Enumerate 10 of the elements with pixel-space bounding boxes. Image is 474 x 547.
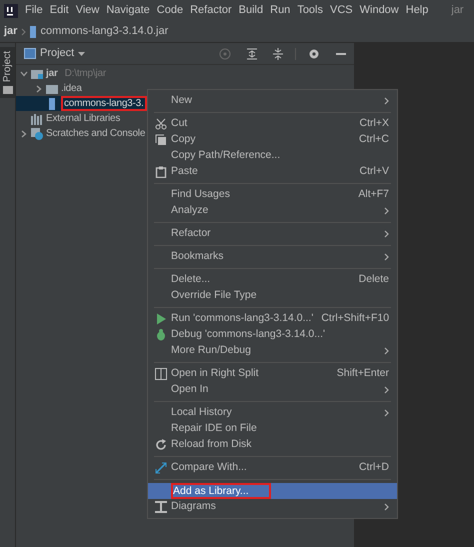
shortcut-label: Ctrl+C (358, 132, 389, 148)
shortcut-label: Shift+Enter (336, 366, 389, 382)
project-title: jar (451, 3, 464, 18)
shortcut-label: Ctrl+X (360, 116, 389, 132)
shortcut-label: Ctrl+V (360, 164, 389, 180)
shortcut-label: Ctrl+D (358, 460, 389, 476)
path-label: D:\tmp\jar (64, 67, 106, 81)
shortcut-label: Ctrl+Shift+F10 (321, 311, 390, 326)
shortcut-label: Alt+F7 (358, 187, 389, 202)
shortcut-label: Delete (358, 272, 389, 288)
